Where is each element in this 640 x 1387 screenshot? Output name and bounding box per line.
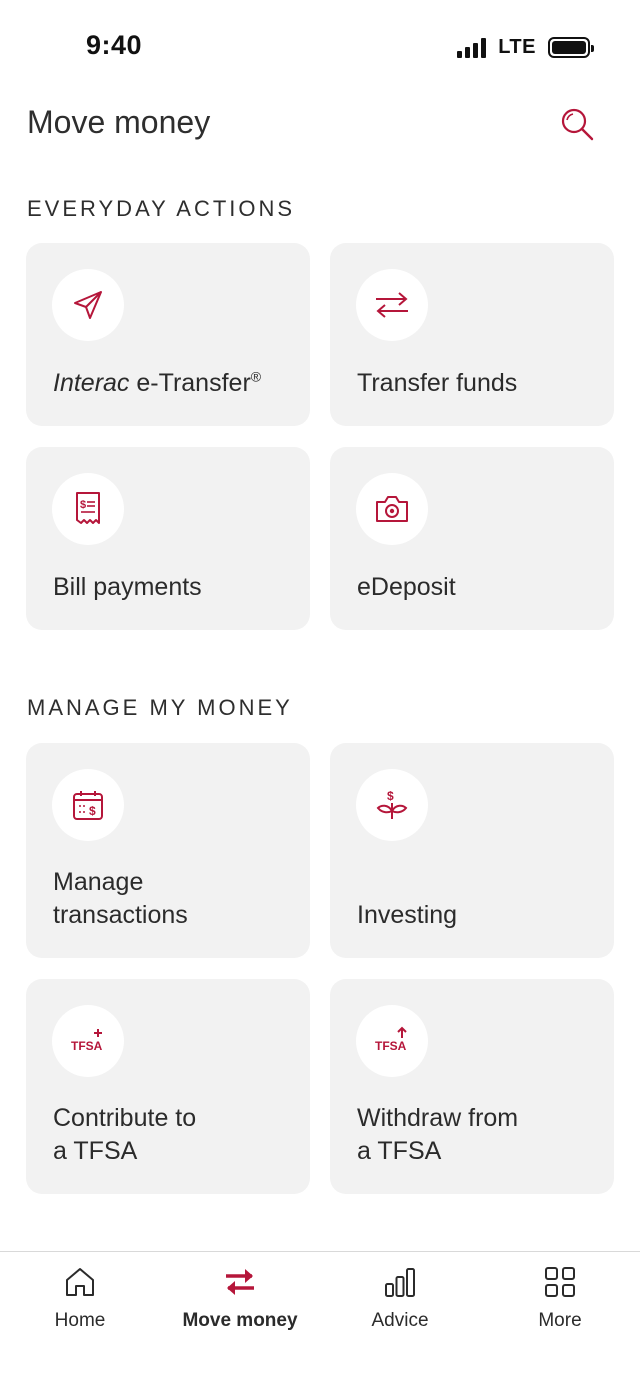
tab-advice[interactable]: Advice xyxy=(320,1252,480,1352)
transfer-arrows-icon xyxy=(226,1269,254,1295)
icon-circle: TFSA xyxy=(52,1005,124,1077)
manage-transactions-card[interactable]: $ Manage transactions xyxy=(26,743,310,958)
interac-etransfer-card[interactable]: Interac e-Transfer® xyxy=(26,243,310,426)
tab-move-money-label: Move money xyxy=(182,1310,298,1331)
search-button[interactable] xyxy=(556,104,598,146)
contribute-tfsa-label: Contribute to a TFSA xyxy=(53,1104,197,1165)
status-bar: 9:40 LTE xyxy=(0,0,640,90)
status-indicators: LTE xyxy=(457,36,594,59)
icon-circle xyxy=(356,473,428,545)
edeposit-label: eDeposit xyxy=(357,573,456,601)
battery-icon xyxy=(548,37,594,58)
interac-etransfer-label: Interac e-Transfer® xyxy=(53,368,262,397)
withdraw-tfsa-card[interactable]: TFSA Withdraw from a TFSA xyxy=(330,979,614,1194)
section-everyday-actions: EVERYDAY ACTIONS xyxy=(27,196,296,221)
icon-circle: $ xyxy=(356,769,428,841)
transfer-funds-card[interactable]: Transfer funds xyxy=(330,243,614,426)
receipt-icon: $ xyxy=(76,492,100,524)
icon-circle: TFSA xyxy=(356,1005,428,1077)
status-time: 9:40 xyxy=(86,30,143,60)
tfsa-arrow-up-icon: TFSA xyxy=(375,1026,407,1053)
transfer-arrows-icon xyxy=(376,292,408,318)
bill-payments-label: Bill payments xyxy=(53,573,202,601)
network-label: LTE xyxy=(498,36,536,58)
tfsa-plus-icon: TFSA xyxy=(71,1029,103,1053)
calendar-dollar-icon: $ xyxy=(73,791,103,820)
edeposit-card[interactable]: eDeposit xyxy=(330,447,614,630)
camera-icon xyxy=(376,496,408,522)
icon-circle: $ xyxy=(52,769,124,841)
tab-advice-label: Advice xyxy=(371,1310,429,1331)
contribute-tfsa-card[interactable]: TFSA Contribute to a TFSA xyxy=(26,979,310,1194)
bar-chart-icon xyxy=(385,1268,415,1297)
plant-dollar-icon: $ xyxy=(376,789,408,819)
tab-more-label: More xyxy=(538,1310,582,1331)
tab-home-label: Home xyxy=(54,1310,106,1331)
svg-text:$: $ xyxy=(387,789,394,803)
page-title: Move money xyxy=(27,104,211,140)
manage-transactions-label: Manage transactions xyxy=(53,868,188,929)
icon-circle xyxy=(356,269,428,341)
search-icon xyxy=(561,108,594,141)
home-icon xyxy=(66,1268,94,1296)
tab-bar: Home Move money Advice More xyxy=(0,1251,640,1387)
svg-text:TFSA: TFSA xyxy=(71,1039,103,1053)
investing-card[interactable]: $ Investing xyxy=(330,743,614,958)
grid-icon xyxy=(545,1267,575,1297)
svg-text:$: $ xyxy=(80,499,86,511)
tab-more[interactable]: More xyxy=(480,1252,640,1352)
section-manage-my-money: MANAGE MY MONEY xyxy=(27,695,293,720)
icon-circle: $ xyxy=(52,473,124,545)
send-icon xyxy=(74,291,102,319)
transfer-funds-label: Transfer funds xyxy=(357,369,518,397)
bill-payments-card[interactable]: $ Bill payments xyxy=(26,447,310,630)
tab-home[interactable]: Home xyxy=(0,1252,160,1352)
svg-text:$: $ xyxy=(89,804,96,818)
investing-label: Investing xyxy=(357,901,458,929)
icon-circle xyxy=(52,269,124,341)
tab-move-money[interactable]: Move money xyxy=(160,1252,320,1352)
signal-icon xyxy=(457,37,487,58)
svg-text:TFSA: TFSA xyxy=(375,1039,407,1053)
withdraw-tfsa-label: Withdraw from a TFSA xyxy=(357,1104,519,1165)
